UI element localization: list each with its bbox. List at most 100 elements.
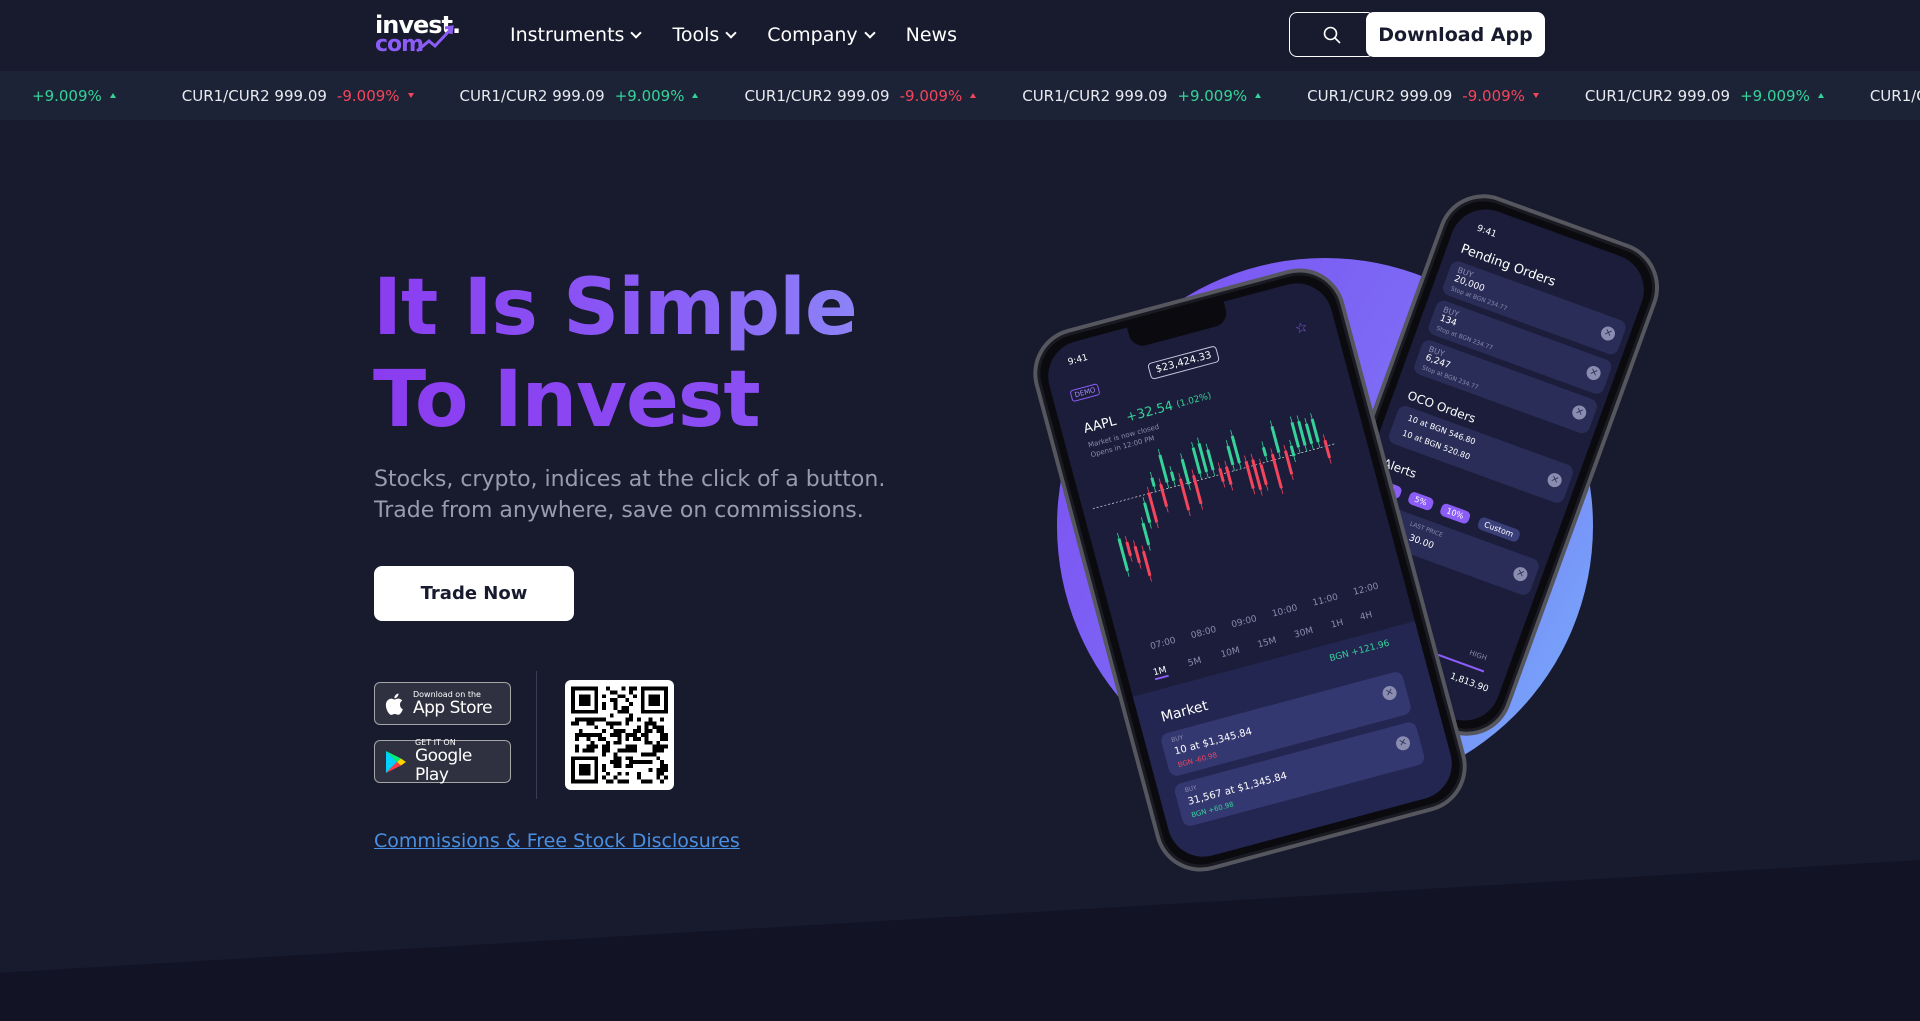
timeframe-tab[interactable]: 4H [1359,610,1374,623]
order-side: BUY [1170,734,1185,745]
nav-news-label: News [905,24,957,46]
hero-subtitle-line1: Stocks, crypto, indices at the click of … [374,467,886,492]
ticker-pair: CUR1/CUR2 999.09 [181,86,327,105]
google-play-badge[interactable]: GET IT ON Google Play [374,738,511,785]
close-icon[interactable]: × [1394,734,1412,752]
search-button[interactable] [1289,12,1375,57]
candle-body [1125,541,1133,557]
logo[interactable]: invest. com [375,13,467,57]
arrow-up-icon [1255,93,1262,98]
google-play-icon [385,750,406,773]
candle-body [1158,454,1169,483]
arrow-up-icon [970,93,977,98]
appstore-big-text: App Store [413,697,493,718]
timeframe-tab[interactable]: 30M [1293,626,1314,641]
nav-company-label: Company [767,24,858,46]
candle-body [1133,545,1141,564]
ticker-change: +9.009% [32,86,102,105]
hero-title-line2: To Invest [373,354,1013,446]
close-icon[interactable]: × [1570,403,1589,422]
arrow-down-icon [407,93,414,98]
instrument-symbol: AAPL [1082,413,1119,437]
status-time: 9:41 [1066,352,1090,368]
timeframe-tab[interactable]: 1M [1152,665,1169,681]
time-axis-label: 08:00 [1189,624,1218,642]
close-icon[interactable]: × [1545,471,1564,490]
logo-arrow-icon [416,25,454,53]
market-title: Market [1159,697,1210,726]
ticker-item[interactable]: CUR1/CUR2 999.09 -9.009% [1307,87,1539,105]
timeframe-tab[interactable]: 1H [1330,618,1345,631]
ticker-item[interactable]: +9.009% [32,87,116,105]
ticker-change: +9.009% [1740,86,1810,105]
ticker-item[interactable]: CUR1/CUR2 999.09 +9.009% [1022,86,1262,105]
price-ticker: +9.009% CUR1/CUR2 999.09 -9.009% CUR1/CU… [0,71,1920,120]
close-icon[interactable]: × [1511,565,1530,584]
status-time: 9:41 [1475,223,1498,241]
alert-pill[interactable]: 5% [1406,490,1435,512]
time-axis-label: 11:00 [1311,592,1340,609]
ticker-item[interactable]: CUR1/CUR2 999.09 -9.009% [182,87,414,105]
demo-badge: DEMO [1069,383,1101,403]
high-value: 1,813.90 [1448,671,1490,695]
qr-code [565,680,674,790]
ticker-item[interactable]: CUR1/CUR2 999.09 [1870,87,1920,105]
commissions-disclosure-link[interactable]: Commissions & Free Stock Disclosures [374,830,740,852]
market-pnl: BGN +121.96 [1328,638,1391,665]
time-axis-label: 12:00 [1352,581,1380,598]
divider [536,671,537,799]
nav-news[interactable]: News [906,20,957,50]
timeframe-tab[interactable]: 15M [1257,636,1278,651]
close-icon[interactable]: × [1381,684,1399,702]
ticker-item[interactable]: CUR1/CUR2 999.09 +9.009% [1585,87,1824,105]
trade-now-button[interactable]: Trade Now [374,566,574,621]
star-icon[interactable]: ☆ [1293,319,1309,338]
market-panel: Market BGN +121.96 BUY 10 at $1,345.84 B… [1132,621,1460,865]
candle-body [1159,483,1169,507]
nav-tools[interactable]: Tools [672,20,737,50]
candle-body [1143,502,1152,524]
candle-body [1270,425,1281,453]
close-icon[interactable]: × [1584,364,1603,382]
app-store-badge[interactable]: Download on the App Store [374,682,511,725]
candle-body [1150,477,1156,487]
arrow-down-icon [1532,93,1539,98]
last-price-value: 30.00 [1407,533,1436,552]
chevron-down-icon [630,27,643,39]
time-axis-label: 07:00 [1149,635,1177,653]
candle-body [1169,471,1176,482]
timeframe-tab[interactable]: 10M [1220,646,1241,661]
candle-body [1259,464,1268,486]
apple-icon [385,693,403,715]
alert-pill[interactable]: Custom [1476,516,1521,543]
chevron-down-icon [725,27,737,39]
candle-body [1310,418,1320,443]
order-side: BUY [1184,784,1198,795]
nav-company[interactable]: Company [767,20,876,50]
ticker-pair: CUR1/CUR2 999.09 [1869,86,1920,105]
search-icon [1323,26,1341,44]
close-icon[interactable]: × [1599,324,1617,343]
nav-instruments[interactable]: Instruments [510,20,643,50]
main-nav: Instruments Tools Company News [510,20,957,50]
ticker-pair: CUR1/CUR2 999.09 [1584,86,1731,105]
ticker-item[interactable]: CUR1/CUR2 999.09 -9.009% [744,87,977,105]
timeframe-tab[interactable]: 5M [1187,656,1203,669]
candle-body [1270,453,1283,489]
nav-tools-label: Tools [672,24,720,46]
candle-body [1226,445,1235,466]
ticker-change: -9.009% [1462,86,1525,105]
alert-pill[interactable]: 10% [1438,502,1472,525]
candle-body [1141,550,1152,577]
ticker-pair: CUR1/CUR2 999.09 [1022,86,1168,105]
candle-body [1224,466,1233,485]
ticker-track: +9.009% CUR1/CUR2 999.09 -9.009% CUR1/CU… [32,71,1920,120]
order-note: Stop at BGN 234.77 [1420,364,1480,392]
high-label: HIGH [1468,648,1488,663]
instrument-change: +32.54 [1124,398,1175,426]
account-balance[interactable]: $23,424.33 [1147,345,1221,381]
candle-body [1141,522,1151,546]
nav-instruments-label: Instruments [510,24,625,46]
ticker-item[interactable]: CUR1/CUR2 999.09 +9.009% [460,87,699,105]
download-app-button[interactable]: Download App [1366,12,1545,57]
